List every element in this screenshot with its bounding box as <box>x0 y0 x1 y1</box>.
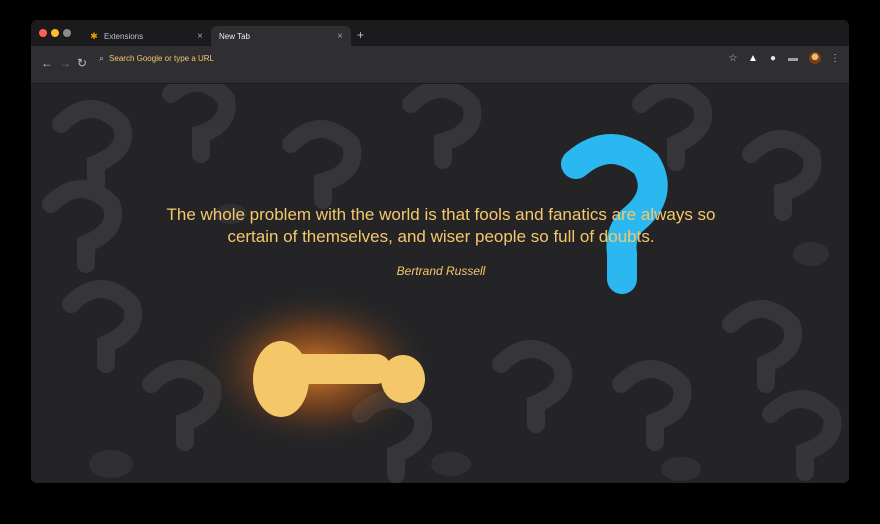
reload-icon[interactable]: ↻ <box>77 56 87 70</box>
quote-text: The whole problem with the world is that… <box>166 205 716 246</box>
extension-icon[interactable]: ▲ <box>747 52 759 64</box>
close-icon[interactable]: × <box>337 31 343 42</box>
new-tab-button[interactable]: + <box>357 28 364 42</box>
address-placeholder[interactable]: Search Google or type a URL <box>109 54 214 63</box>
question-marks-background <box>31 84 849 483</box>
puzzle-icon: ✱ <box>90 30 98 41</box>
tab-new-tab[interactable]: New Tab × <box>211 26 351 46</box>
maximize-window-button[interactable] <box>63 29 71 37</box>
arrow-right-icon[interactable]: → <box>59 56 71 70</box>
avatar[interactable] <box>809 52 821 64</box>
tab-strip: ✱ Extensions × New Tab × + <box>31 20 849 46</box>
new-tab-page: The whole problem with the world is that… <box>31 84 849 483</box>
tab-label: Extensions <box>104 31 144 41</box>
address-bar[interactable]: ⌕ Search Google or type a URL <box>95 48 725 68</box>
quote-author: Bertrand Russell <box>396 264 486 278</box>
close-window-button[interactable] <box>39 29 47 37</box>
minimize-window-button[interactable] <box>51 29 59 37</box>
extension-icon[interactable]: ▬ <box>787 52 799 64</box>
arrow-left-icon[interactable]: ← <box>41 56 53 70</box>
toolbar: ← → ↻ ⌕ Search Google or type a URL ☆ ▲ … <box>31 46 849 84</box>
browser-window: ✱ Extensions × New Tab × + ← → ↻ ⌕ Searc… <box>31 20 849 483</box>
quote-block: The whole problem with the world is that… <box>161 204 721 278</box>
search-icon: ⌕ <box>99 52 105 63</box>
tab-extensions[interactable]: ✱ Extensions × <box>81 26 211 46</box>
close-icon[interactable]: × <box>197 31 203 42</box>
extension-icon[interactable]: ● <box>767 52 779 64</box>
tab-label: New Tab <box>219 31 250 41</box>
kebab-menu-icon[interactable]: ⋮ <box>829 52 841 64</box>
star-icon[interactable]: ☆ <box>727 52 739 64</box>
